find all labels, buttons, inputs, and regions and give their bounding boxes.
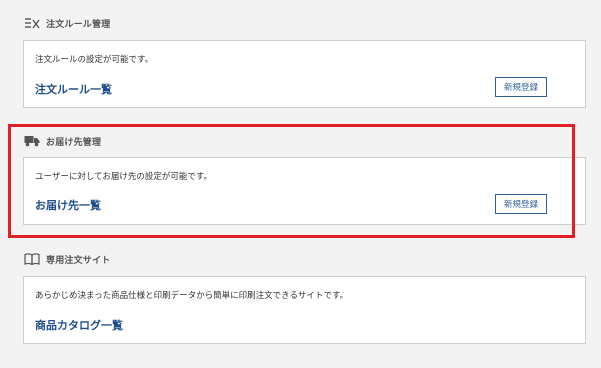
section-title: 注文ルール管理 xyxy=(46,19,111,30)
order-rules-new-button[interactable]: 新規登録 xyxy=(495,77,547,97)
dedicated-site-card: あらかじめ決まった商品仕様と印刷データから簡単に印刷注文できるサイトです。 商品… xyxy=(23,276,586,344)
book-icon xyxy=(24,252,40,266)
list-check-icon xyxy=(24,16,40,30)
delivery-new-button[interactable]: 新規登録 xyxy=(495,194,547,214)
card-description: あらかじめ決まった商品仕様と印刷データから簡単に印刷注文できるサイトです。 xyxy=(35,291,349,301)
delivery-card: ユーザーに対してお届け先の設定が可能です。 お届け先一覧 新規登録 xyxy=(23,157,586,225)
section-header-dedicated-site: 専用注文サイト xyxy=(24,251,110,267)
order-rules-list-link[interactable]: 注文ルール一覧 xyxy=(35,81,112,97)
card-description: ユーザーに対してお届け先の設定が可能です。 xyxy=(35,172,212,182)
section-header-delivery: お届け先管理 xyxy=(24,133,101,149)
section-title: お届け先管理 xyxy=(46,137,102,148)
product-catalog-list-link[interactable]: 商品カタログ一覧 xyxy=(35,317,123,333)
order-rules-card: 注文ルールの設定が可能です。 注文ルール一覧 新規登録 xyxy=(23,40,586,108)
delivery-list-link[interactable]: お届け先一覧 xyxy=(35,197,101,213)
section-header-order-rules: 注文ルール管理 xyxy=(24,15,110,31)
card-description: 注文ルールの設定が可能です。 xyxy=(35,55,154,65)
truck-icon xyxy=(24,134,40,148)
section-title: 専用注文サイト xyxy=(46,255,111,266)
